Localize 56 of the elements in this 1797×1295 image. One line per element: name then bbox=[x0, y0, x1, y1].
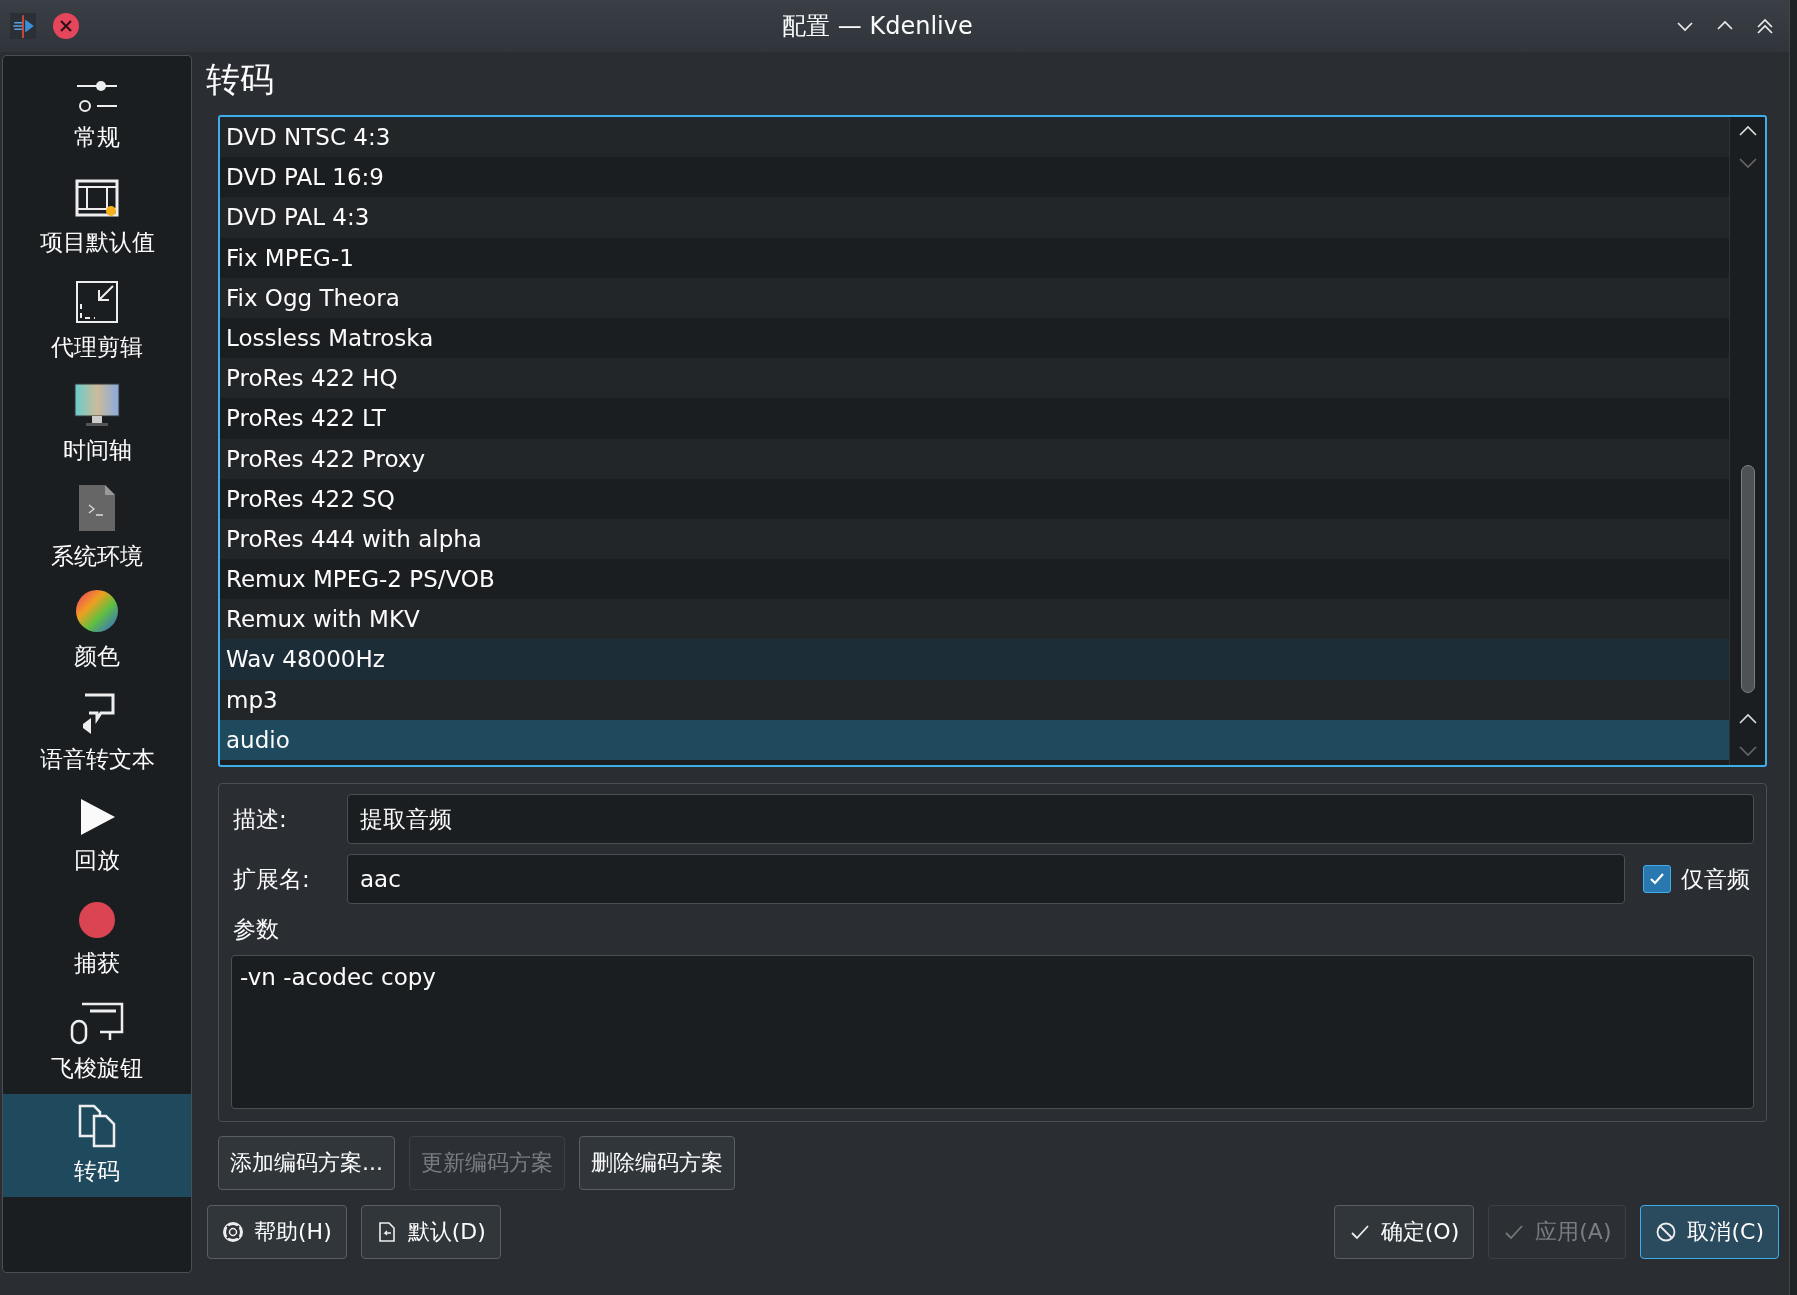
list-item[interactable]: mp3 bbox=[220, 679, 1729, 720]
field-label: 扩展名: bbox=[232, 864, 311, 894]
keep-above-icon[interactable] bbox=[1755, 16, 1775, 36]
checkbox[interactable] bbox=[1643, 865, 1671, 893]
profile-button[interactable]: 添加编码方案... bbox=[218, 1136, 395, 1190]
sidebar-item[interactable]: 飞梭旋钮 bbox=[3, 991, 191, 1094]
scroll-up-icon[interactable] bbox=[1737, 713, 1758, 725]
page-title: 转码 bbox=[206, 58, 275, 101]
sliders-icon bbox=[75, 78, 119, 114]
list-item[interactable]: Wav 48000Hz bbox=[220, 639, 1729, 680]
description-field[interactable]: 提取音频 bbox=[347, 794, 1754, 844]
film-icon bbox=[75, 179, 119, 219]
lifebuoy-icon bbox=[222, 1221, 244, 1243]
sidebar-item[interactable]: 颜色 bbox=[3, 579, 191, 682]
color-wheel-icon bbox=[75, 589, 119, 633]
sidebar-item[interactable]: 时间轴 bbox=[3, 373, 191, 476]
resize-icon bbox=[75, 280, 119, 324]
scroll-up-icon[interactable] bbox=[1737, 125, 1758, 137]
list-item[interactable]: Fix Ogg Theora bbox=[220, 277, 1729, 318]
field-label: 参数 bbox=[232, 915, 280, 944]
list-item[interactable]: ProRes 422 HQ bbox=[220, 358, 1729, 399]
scroll-down-icon[interactable] bbox=[1737, 157, 1758, 169]
field-label: 描述: bbox=[232, 804, 288, 834]
sidebar-item[interactable]: 项目默认值 bbox=[3, 167, 191, 270]
list-item[interactable]: ProRes 422 Proxy bbox=[220, 438, 1729, 479]
record-icon bbox=[77, 900, 117, 940]
terminal-file-icon bbox=[77, 483, 117, 533]
dialog-button[interactable]: 取消(C) bbox=[1640, 1205, 1779, 1259]
jog-shuttle-icon bbox=[70, 1001, 124, 1045]
sidebar-item[interactable]: 转码 bbox=[3, 1094, 191, 1197]
list-item[interactable]: Remux with MKV bbox=[220, 599, 1729, 640]
sidebar-item[interactable]: 常规 bbox=[3, 64, 191, 167]
checkbox-label[interactable]: 仅音频 bbox=[1681, 863, 1754, 895]
parameters-field[interactable]: -vn -acodec copy bbox=[231, 955, 1754, 1109]
profile-button[interactable]: 删除编码方案 bbox=[579, 1136, 735, 1190]
sidebar-item[interactable]: 系统环境 bbox=[3, 476, 191, 579]
dialog-button[interactable]: 默认(D) bbox=[360, 1205, 501, 1259]
monitor-icon bbox=[74, 383, 120, 427]
sidebar-item[interactable]: 语音转文本 bbox=[3, 682, 191, 785]
list-item[interactable]: audio bbox=[220, 719, 1729, 760]
sidebar-item[interactable]: 代理剪辑 bbox=[3, 270, 191, 373]
dialog-button[interactable]: 确定(O) bbox=[1333, 1205, 1475, 1259]
scrollbar-handle[interactable] bbox=[1740, 465, 1755, 693]
sidebar-item[interactable]: 捕获 bbox=[3, 888, 191, 991]
sidebar-item[interactable]: 回放 bbox=[3, 785, 191, 888]
copy-file-icon bbox=[77, 1104, 117, 1148]
dialog-button[interactable]: 帮助(H) bbox=[207, 1205, 347, 1259]
close-icon[interactable] bbox=[52, 12, 80, 40]
list-item[interactable]: DVD PAL 4:3 bbox=[220, 197, 1729, 238]
app-icon bbox=[10, 13, 36, 39]
list-item[interactable]: ProRes 444 with alpha bbox=[220, 518, 1729, 560]
scroll-down-icon[interactable] bbox=[1737, 745, 1758, 757]
extension-field[interactable]: aac bbox=[347, 854, 1625, 904]
cancel-icon bbox=[1655, 1221, 1678, 1243]
list-item[interactable]: DVD NTSC 4:3 bbox=[220, 117, 1729, 158]
window-title: 配置 — Kdenlive bbox=[781, 11, 974, 42]
